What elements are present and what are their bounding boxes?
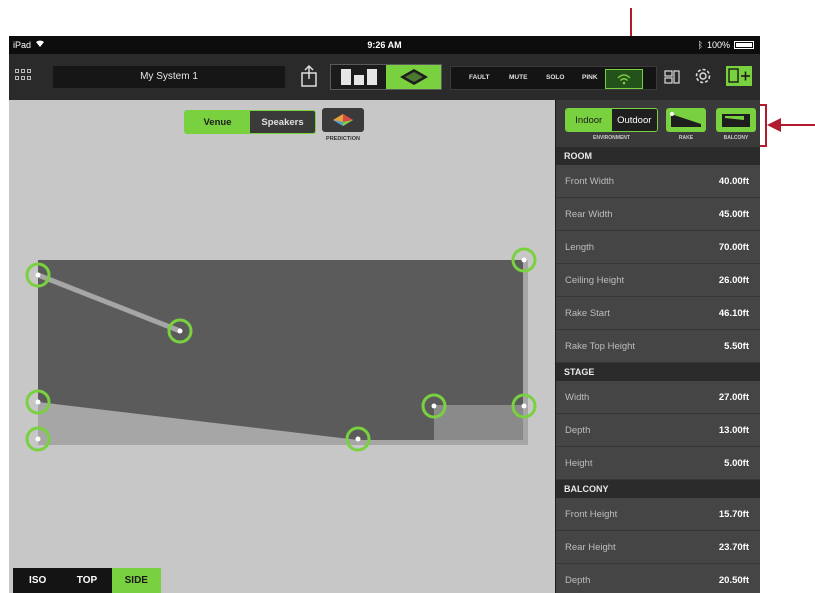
env-outdoor-button[interactable]: Outdoor [611,109,657,131]
row-label: Width [565,392,590,403]
row-label: Rake Start [565,308,610,319]
row-value: 45.00ft [718,209,749,220]
row-label: Rear Height [565,542,616,553]
row-value: 23.70ft [718,542,749,553]
rake-button[interactable] [666,108,706,132]
env-indoor-button[interactable]: Indoor [566,109,612,131]
row-label: Rake Top Height [565,341,636,352]
row-ceiling-height[interactable]: Ceiling Height 26.00ft [556,264,760,297]
room-side-view [25,247,537,452]
row-value: 27.00ft [718,392,749,403]
balcony-icon [722,114,750,127]
tab-iso[interactable]: ISO [13,568,62,593]
row-value: 13.00ft [718,425,749,436]
status-time: 9:26 AM [367,40,402,50]
pink-button[interactable]: PINK [582,74,598,81]
row-label: Height [565,458,593,469]
floor-strip [38,440,523,445]
row-stage-height[interactable]: Height 5.00ft [556,447,760,480]
share-icon[interactable] [299,65,319,87]
venue-speakers-segment: Venue Speakers [184,110,316,134]
row-label: Depth [565,575,591,586]
row-balcony-rear-height[interactable]: Rear Height 23.70ft [556,531,760,564]
system-name-field[interactable]: My System 1 [53,66,285,88]
venue-3d-icon [399,69,428,85]
fault-button[interactable]: FAULT [469,74,489,81]
rake-label: RAKE [678,135,694,141]
annotation-arrowhead-right [767,118,781,132]
ipad-screen: iPad 9:26 AM ᛒ 100% My System 1 FAULT MU… [9,36,760,593]
row-front-width[interactable]: Front Width 40.00ft [556,165,760,198]
rack-icon [340,69,377,85]
section-room: ROOM [556,147,760,165]
gear-icon[interactable] [693,66,713,86]
wifi-button[interactable] [605,69,643,89]
view-mode-segment [330,64,442,90]
rake-icon [670,112,701,127]
toolbar: My System 1 FAULT MUTE SOLO PINK [9,54,760,100]
screenshot: iPad 9:26 AM ᛒ 100% My System 1 FAULT MU… [0,0,815,593]
balcony-label: BALCONY [723,135,749,141]
balcony-button[interactable] [716,108,756,132]
row-value: 40.00ft [718,176,749,187]
row-label: Length [565,242,595,253]
rack-view-button[interactable] [331,65,386,89]
status-bar: iPad 9:26 AM ᛒ 100% [9,36,760,54]
row-stage-width[interactable]: Width 27.00ft [556,381,760,414]
row-length[interactable]: Length 70.00ft [556,231,760,264]
tab-speakers[interactable]: Speakers [250,111,315,133]
row-label: Depth [565,425,591,436]
tab-side[interactable]: SIDE [111,568,161,593]
battery-icon [734,41,754,49]
row-value: 5.00ft [724,458,749,469]
prediction-icon [333,114,353,126]
row-label: Front Width [565,176,615,187]
row-label: Ceiling Height [565,275,625,286]
row-value: 20.50ft [718,575,749,586]
row-rake-top-height[interactable]: Rake Top Height 5.50ft [556,330,760,363]
section-stage: STAGE [556,363,760,381]
bluetooth-icon: ᛒ [697,40,703,50]
row-stage-depth[interactable]: Depth 13.00ft [556,414,760,447]
add-device-icon[interactable] [725,65,753,87]
prediction-label: PREDICTION [326,136,360,142]
environment-segment: Indoor Outdoor [565,108,658,132]
venue-view-button[interactable] [386,65,441,89]
row-label: Front Height [565,509,618,520]
prediction-button[interactable] [322,108,364,132]
row-value: 26.00ft [718,275,749,286]
row-value: 5.50ft [724,341,749,352]
wifi-icon [617,74,631,85]
row-rear-width[interactable]: Rear Width 45.00ft [556,198,760,231]
section-balcony: BALCONY [556,480,760,498]
environment-label: ENVIRONMENT [593,135,630,141]
annotation-arrow-right [780,124,815,126]
row-label: Rear Width [565,209,613,220]
row-balcony-front-height[interactable]: Front Height 15.70ft [556,498,760,531]
battery-percent: 100% [706,40,730,50]
tab-top[interactable]: TOP [62,568,111,593]
row-rake-start[interactable]: Rake Start 46.10ft [556,297,760,330]
layout-icon[interactable] [664,69,680,85]
venue-canvas[interactable]: Venue Speakers PREDICTION ISO TOP SIDE [9,100,555,593]
solo-button[interactable]: SOLO [546,74,564,81]
tab-venue[interactable]: Venue [185,111,250,133]
stage-block [434,405,523,440]
panel-header: Indoor Outdoor ENVIRONMENT RAKE BALCONY [556,100,760,147]
row-balcony-depth[interactable]: Depth 20.50ft [556,564,760,593]
menu-grid-icon[interactable] [15,69,31,81]
row-value: 15.70ft [718,509,749,520]
properties-panel: Indoor Outdoor ENVIRONMENT RAKE BALCONY … [555,100,760,593]
row-value: 70.00ft [718,242,749,253]
view-segment: ISO TOP SIDE [13,568,161,593]
status-right: ᛒ 100% [698,40,754,50]
row-value: 46.10ft [718,308,749,319]
mute-button[interactable]: MUTE [509,74,527,81]
